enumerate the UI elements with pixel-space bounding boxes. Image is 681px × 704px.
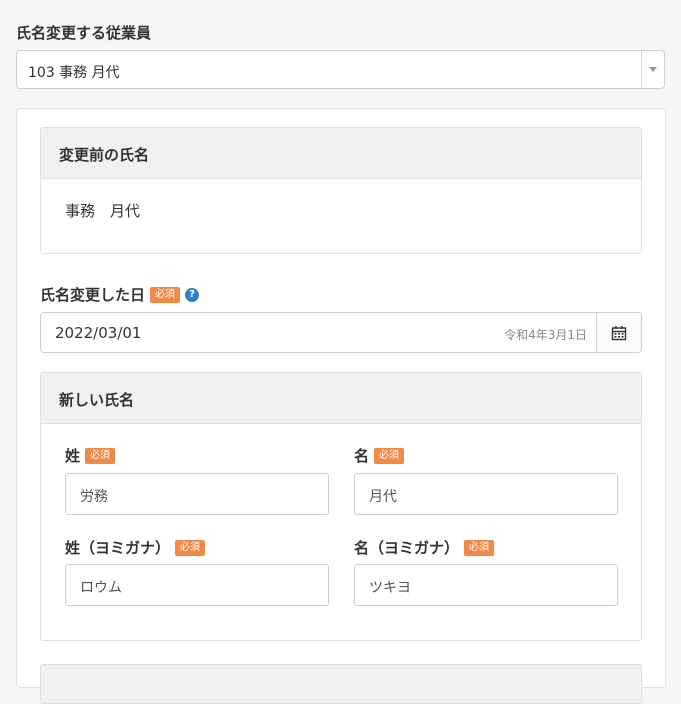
change-date-label-row: 氏名変更した日 必須 ? (40, 284, 200, 305)
first-kana-input[interactable]: ツキヨ (354, 564, 618, 606)
required-badge: 必須 (175, 539, 206, 556)
chevron-down-icon (649, 67, 657, 72)
first-kana-value: ツキヨ (369, 580, 411, 596)
select-arrow[interactable] (641, 51, 664, 88)
required-badge: 必須 (374, 447, 405, 464)
employee-select-label: 氏名変更する従業員 (16, 24, 152, 42)
required-badge: 必須 (464, 539, 495, 556)
first-name-label-row: 名 必須 (354, 445, 405, 466)
employee-select-value: 103 事務 月代 (28, 65, 120, 81)
required-badge: 必須 (85, 447, 116, 464)
last-name-label-row: 姓 必須 (65, 445, 116, 466)
next-panel (40, 664, 642, 704)
previous-name-title: 変更前の氏名 (59, 146, 150, 164)
last-name-value: 労務 (80, 489, 108, 505)
new-name-panel: 新しい氏名 姓 必須 労務 名 必須 月代 姓（ヨミガナ） 必須 ロウム 名（ヨ… (40, 372, 642, 641)
required-badge: 必須 (150, 286, 181, 303)
calendar-button[interactable] (596, 313, 641, 352)
change-date-input[interactable]: 2022/03/01 令和4年3月1日 (40, 312, 642, 353)
last-kana-value: ロウム (80, 580, 122, 596)
change-date-wareki: 令和4年3月1日 (504, 328, 587, 342)
first-kana-label-row: 名（ヨミガナ） 必須 (354, 537, 495, 558)
last-kana-input[interactable]: ロウム (65, 564, 329, 606)
last-kana-label: 姓（ヨミガナ） (65, 539, 171, 557)
change-date-label: 氏名変更した日 (40, 286, 146, 304)
change-date-value: 2022/03/01 (55, 324, 142, 342)
new-name-header: 新しい氏名 (41, 373, 641, 424)
previous-name-value: 事務 月代 (65, 202, 141, 220)
first-name-value: 月代 (369, 489, 397, 505)
calendar-icon (611, 326, 627, 341)
first-kana-label: 名（ヨミガナ） (354, 539, 460, 557)
last-name-input[interactable]: 労務 (65, 473, 329, 515)
employee-select[interactable]: 103 事務 月代 (16, 50, 665, 89)
new-name-title: 新しい氏名 (59, 391, 135, 409)
last-kana-label-row: 姓（ヨミガナ） 必須 (65, 537, 206, 558)
first-name-input[interactable]: 月代 (354, 473, 618, 515)
previous-name-header: 変更前の氏名 (41, 128, 641, 179)
previous-name-panel: 変更前の氏名 事務 月代 (40, 127, 642, 254)
question-circle-icon[interactable]: ? (185, 287, 200, 302)
first-name-label: 名 (354, 447, 370, 465)
last-name-label: 姓 (65, 447, 81, 465)
